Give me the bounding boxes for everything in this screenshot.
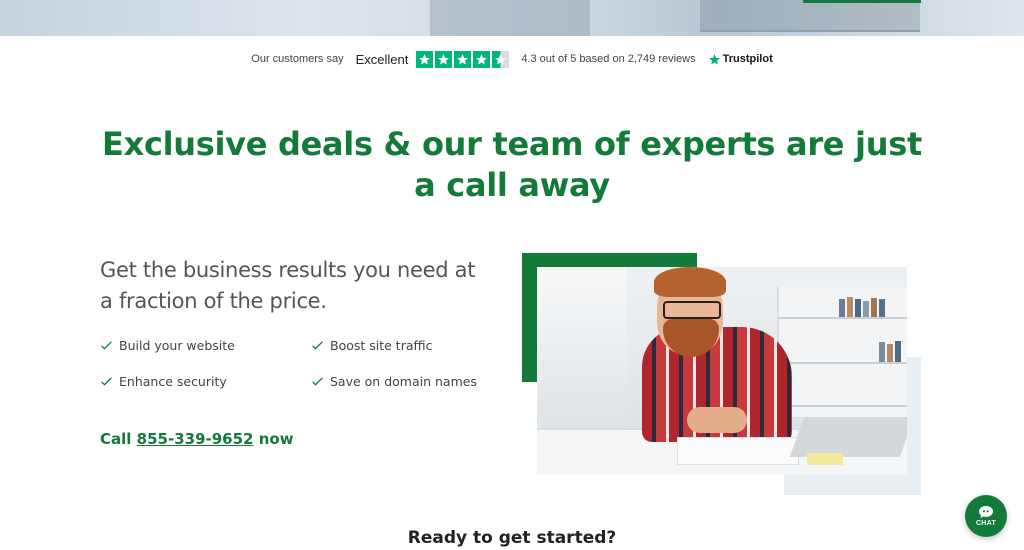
hero-button-edge[interactable] [803, 0, 921, 3]
call-cta: Call 855-339-9652 now [100, 430, 294, 448]
trustpilot-summary: 4.3 out of 5 based on 2,749 reviews [521, 53, 696, 65]
check-icon [312, 377, 323, 386]
trustpilot-brand-label: Trustpilot [722, 53, 773, 65]
check-icon [101, 377, 112, 386]
feature-item: Save on domain names [311, 374, 477, 389]
feature-label: Build your website [119, 338, 235, 353]
chat-button[interactable]: CHAT [965, 495, 1007, 537]
chat-label: CHAT [975, 520, 997, 527]
trustpilot-rating-word: Excellent [355, 51, 409, 67]
hero-image-strip [0, 0, 1024, 36]
call-prefix: Call [100, 430, 132, 448]
star-icon [473, 50, 491, 68]
check-icon [312, 341, 323, 350]
feature-item: Boost site traffic [311, 338, 432, 353]
trustpilot-star-icon [708, 53, 720, 65]
trustpilot-rating-bar[interactable]: Our customers say Excellent 4.3 out of 5… [0, 46, 1024, 72]
chat-bubble-icon [979, 506, 993, 518]
feature-label: Enhance security [119, 374, 227, 389]
feature-label: Boost site traffic [330, 338, 433, 353]
ready-heading: Ready to get started? [407, 528, 617, 548]
star-icon [435, 50, 453, 68]
feature-item: Build your website [100, 338, 235, 353]
subheading: Get the business results you need at a f… [100, 258, 476, 313]
call-suffix: now [258, 430, 294, 448]
feature-item: Enhance security [100, 374, 227, 389]
trustpilot-stars [416, 50, 510, 68]
check-icon [101, 341, 112, 350]
half-star-icon [492, 50, 510, 68]
phone-link[interactable]: 855-339-9652 [137, 430, 254, 448]
expert-photo [537, 267, 907, 475]
star-icon [454, 50, 472, 68]
trustpilot-logo[interactable]: Trustpilot [708, 53, 773, 66]
trustpilot-intro: Our customers say [251, 53, 344, 65]
page-headline: Exclusive deals & our team of experts ar… [102, 125, 922, 204]
star-icon [416, 50, 434, 68]
feature-label: Save on domain names [330, 374, 477, 389]
